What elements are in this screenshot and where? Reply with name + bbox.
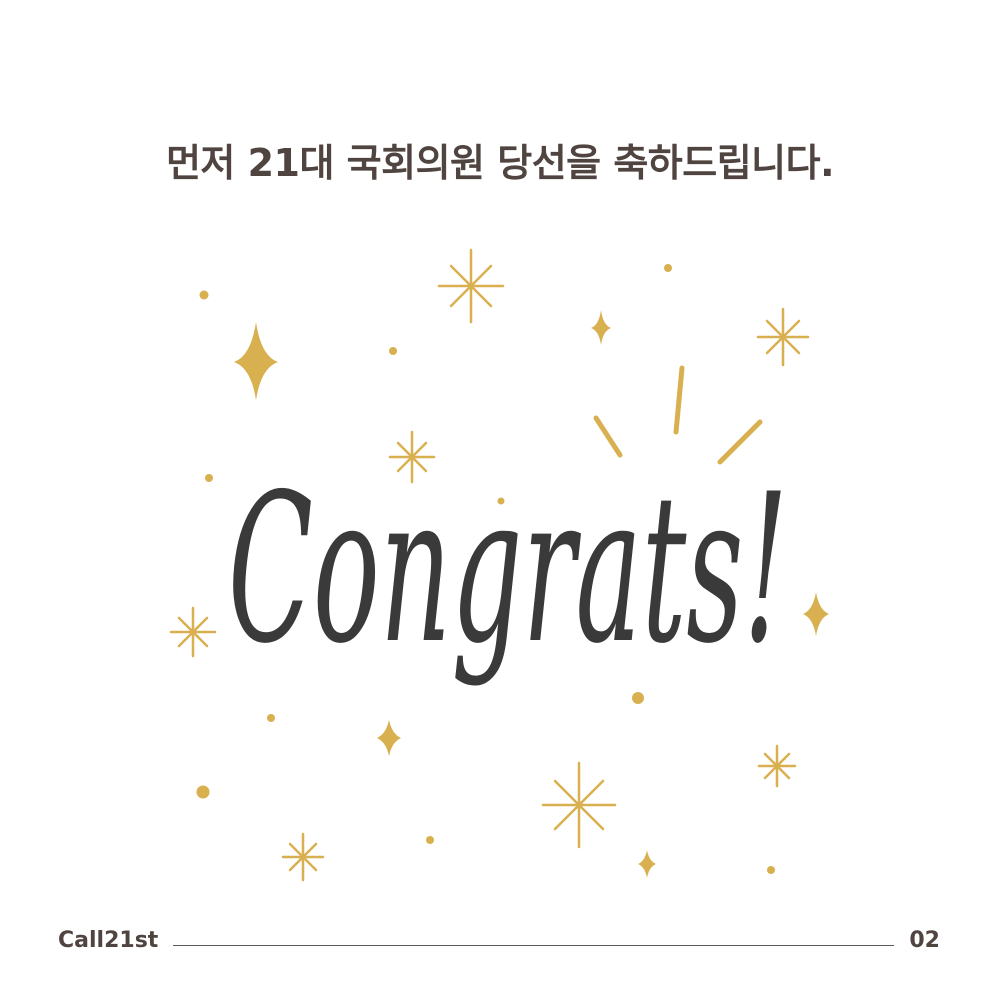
dot <box>199 290 209 300</box>
sparkle-icon <box>591 310 611 345</box>
star-icon <box>541 761 617 849</box>
star-icon <box>437 248 505 324</box>
burst-ray <box>593 415 623 458</box>
burst-rays <box>593 365 763 465</box>
footer: Call21st 02 <box>58 922 940 962</box>
dot <box>664 264 672 272</box>
star-icon <box>281 832 325 882</box>
sparkle-icon <box>234 322 278 400</box>
burst-ray <box>673 365 685 435</box>
dot <box>632 692 644 704</box>
sparkle-icon <box>638 850 656 878</box>
footer-divider <box>173 945 894 946</box>
congrats-lettering: Congrats! <box>228 451 788 689</box>
congrats-artwork: Congrats! <box>169 248 829 882</box>
dot <box>426 836 434 844</box>
dot <box>205 474 213 482</box>
page-number: 02 <box>909 928 940 953</box>
sparkle-icon <box>377 720 401 756</box>
dot <box>767 866 775 874</box>
star-icon <box>756 307 810 367</box>
sparkle-icon <box>803 592 829 636</box>
star-icon <box>169 606 217 658</box>
dot <box>196 785 210 799</box>
dot <box>267 714 275 722</box>
brand-label: Call21st <box>58 928 159 953</box>
dot <box>389 347 397 355</box>
star-icon <box>757 744 797 788</box>
